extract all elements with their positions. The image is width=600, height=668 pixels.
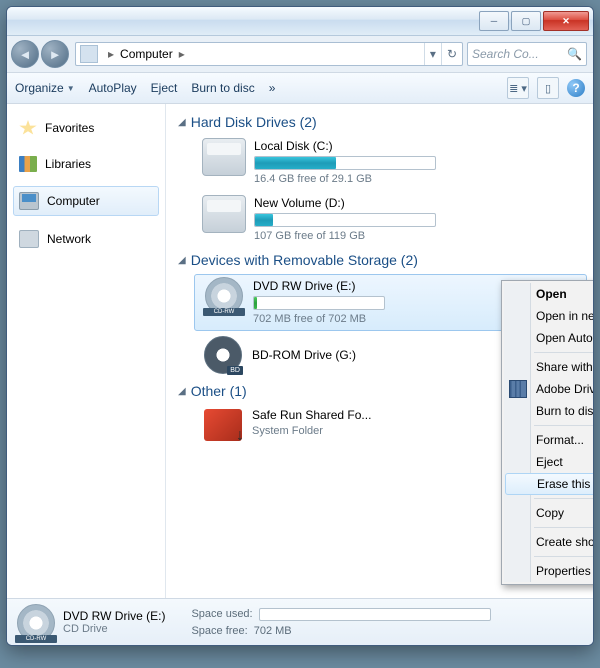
drive-name: New Volume (D:) xyxy=(254,196,585,210)
space-free-label: Space free: xyxy=(191,625,247,637)
minimize-button[interactable]: ─ xyxy=(479,11,509,31)
breadcrumb-arrow-icon: ▸ xyxy=(102,47,120,61)
navbar: ◄ ► ▸ Computer ▸ ▾ ↻ Search Co... 🔍 xyxy=(7,36,593,73)
back-button[interactable]: ◄ xyxy=(11,40,39,68)
bd-rom-icon xyxy=(204,336,242,374)
drive-row-d[interactable]: New Volume (D:) 107 GB free of 119 GB xyxy=(172,191,593,248)
toolbar: Organize▼ AutoPlay Eject Burn to disc » … xyxy=(7,73,593,104)
computer-icon xyxy=(19,192,39,210)
cm-open-autoplay[interactable]: Open AutoPlay... xyxy=(504,327,593,349)
breadcrumb-arrow-icon[interactable]: ▸ xyxy=(173,47,191,61)
space-bar xyxy=(254,213,436,227)
star-icon xyxy=(19,120,37,136)
drive-free-text: 107 GB free of 119 GB xyxy=(254,230,585,242)
sidebar-item-favorites[interactable]: Favorites xyxy=(7,114,165,142)
space-used-bar xyxy=(259,608,491,621)
close-button[interactable]: ✕ xyxy=(543,11,589,31)
drive-row-c[interactable]: Local Disk (C:) 16.4 GB free of 29.1 GB xyxy=(172,134,593,191)
content-pane: ◢ Hard Disk Drives (2) Local Disk (C:) 1… xyxy=(166,104,593,598)
space-bar xyxy=(254,156,436,170)
address-bar[interactable]: ▸ Computer ▸ ▾ ↻ xyxy=(75,42,463,66)
section-removable[interactable]: ◢ Devices with Removable Storage (2) xyxy=(172,248,593,272)
network-icon xyxy=(19,230,39,248)
disclose-icon: ◢ xyxy=(178,117,186,128)
space-free-value: 702 MB xyxy=(254,625,292,637)
titlebar[interactable]: ─ ▢ ✕ xyxy=(7,7,593,36)
cm-create-shortcut[interactable]: Create shortcut xyxy=(504,531,593,553)
forward-button[interactable]: ► xyxy=(41,40,69,68)
libraries-icon xyxy=(19,156,37,172)
cd-rw-icon xyxy=(17,604,55,642)
adobe-drive-icon xyxy=(509,380,527,398)
cm-burn-to-disc[interactable]: Burn to disc xyxy=(504,400,593,422)
refresh-button[interactable]: ↻ xyxy=(441,43,462,65)
sidebar-item-libraries[interactable]: Libraries xyxy=(7,150,165,178)
disclose-icon: ◢ xyxy=(178,386,186,397)
cm-open[interactable]: Open xyxy=(504,283,593,305)
status-drive-type: CD Drive xyxy=(63,623,165,635)
space-bar xyxy=(253,296,385,310)
status-bar: DVD RW Drive (E:) CD Drive Space used: S… xyxy=(7,598,593,645)
help-button[interactable]: ? xyxy=(567,79,585,97)
burn-button[interactable]: Burn to disc xyxy=(191,81,254,95)
explorer-window: ─ ▢ ✕ ◄ ► ▸ Computer ▸ ▾ ↻ Search Co... … xyxy=(6,6,594,646)
status-drive-name: DVD RW Drive (E:) xyxy=(63,609,165,623)
breadcrumb-root[interactable]: Computer xyxy=(120,47,173,61)
drive-free-text: 16.4 GB free of 29.1 GB xyxy=(254,173,585,185)
view-options-button[interactable]: ≣ ▾ xyxy=(507,77,529,99)
cm-erase-disc[interactable]: Erase this disc xyxy=(505,473,593,495)
address-dropdown[interactable]: ▾ xyxy=(424,43,441,65)
autoplay-button[interactable]: AutoPlay xyxy=(89,81,137,95)
drive-name: Local Disk (C:) xyxy=(254,139,585,153)
maximize-button[interactable]: ▢ xyxy=(511,11,541,31)
computer-icon xyxy=(80,45,98,63)
organize-menu[interactable]: Organize▼ xyxy=(15,81,75,95)
overflow-menu[interactable]: » xyxy=(269,81,276,95)
cm-open-new-window[interactable]: Open in new window xyxy=(504,305,593,327)
sidebar-item-network[interactable]: Network xyxy=(7,224,165,254)
disclose-icon: ◢ xyxy=(178,255,186,266)
search-placeholder: Search Co... xyxy=(472,47,539,61)
cm-eject[interactable]: Eject xyxy=(504,451,593,473)
hdd-icon xyxy=(202,138,246,176)
preview-pane-button[interactable]: ▯ xyxy=(537,77,559,99)
cm-properties[interactable]: Properties xyxy=(504,560,593,582)
space-used-label: Space used: xyxy=(191,608,252,620)
sidebar: Favorites Libraries Computer Network xyxy=(7,104,166,598)
folder-icon xyxy=(204,409,242,441)
hdd-icon xyxy=(202,195,246,233)
cm-adobe-drive[interactable]: Adobe Drive CS4▶ xyxy=(504,378,593,400)
eject-button[interactable]: Eject xyxy=(151,81,178,95)
cm-share-with[interactable]: Share with▶ xyxy=(504,356,593,378)
search-input[interactable]: Search Co... 🔍 xyxy=(467,42,587,66)
cm-format[interactable]: Format... xyxy=(504,429,593,451)
search-icon: 🔍 xyxy=(567,47,582,61)
cd-rw-icon xyxy=(205,277,243,315)
sidebar-item-computer[interactable]: Computer xyxy=(13,186,159,216)
body-area: Favorites Libraries Computer Network ◢ H… xyxy=(7,104,593,598)
section-hdd[interactable]: ◢ Hard Disk Drives (2) xyxy=(172,110,593,134)
context-menu: Open Open in new window Open AutoPlay...… xyxy=(501,280,593,585)
cm-copy[interactable]: Copy xyxy=(504,502,593,524)
